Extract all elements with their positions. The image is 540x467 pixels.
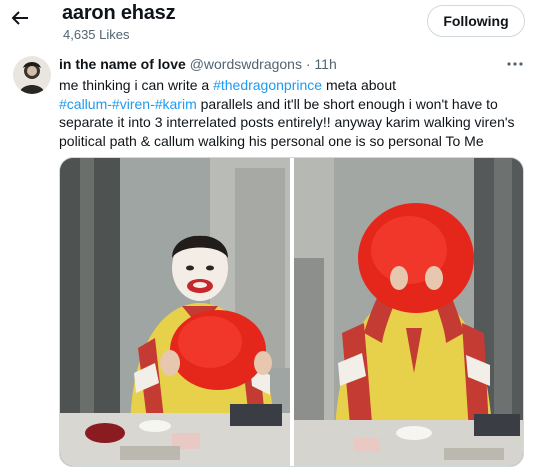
media-photo-2[interactable]: [294, 158, 524, 467]
tweet-text-segment: meta about: [322, 77, 396, 93]
tweet-header: in the name of love @wordswdragons · 11h: [59, 56, 337, 72]
tweet-line-2: #callum-#viren-#karim parallels and it'l…: [59, 95, 531, 114]
hashtag-viren[interactable]: #viren: [112, 96, 150, 112]
more-dots-icon[interactable]: [505, 58, 525, 70]
hashtag-callum[interactable]: #callum: [59, 96, 107, 112]
tweet-text-segment: parallels and it'll be short enough i wo…: [196, 95, 498, 112]
tweet-text: me thinking i can write a #thedragonprin…: [59, 76, 531, 150]
avatar[interactable]: [13, 56, 51, 94]
likes-count: 4,635 Likes: [63, 27, 130, 42]
profile-header: aaron ehasz 4,635 Likes Following: [0, 0, 540, 46]
page-title: aaron ehasz: [62, 2, 176, 24]
dot-separator: ·: [305, 56, 311, 72]
tweet-line-3: separate it into 3 interrelated posts en…: [59, 114, 515, 130]
arrow-left-icon[interactable]: [8, 6, 32, 30]
tweet-line-4: political path & callum walking his pers…: [59, 132, 484, 149]
hashtag-thedragonprince[interactable]: #thedragonprince: [213, 77, 322, 93]
tweet-text-segment: me thinking i can write a: [59, 77, 214, 93]
tweet-media[interactable]: [59, 157, 524, 467]
user-handle[interactable]: @wordswdragons: [190, 56, 302, 72]
tweet-line-1: me thinking i can write a #thedragonprin…: [59, 76, 531, 95]
display-name[interactable]: in the name of love: [59, 56, 186, 72]
following-button[interactable]: Following: [427, 5, 525, 37]
media-photo-1[interactable]: [60, 158, 290, 467]
tweet-time[interactable]: 11h: [314, 56, 336, 72]
hashtag-karim[interactable]: #karim: [155, 96, 197, 112]
